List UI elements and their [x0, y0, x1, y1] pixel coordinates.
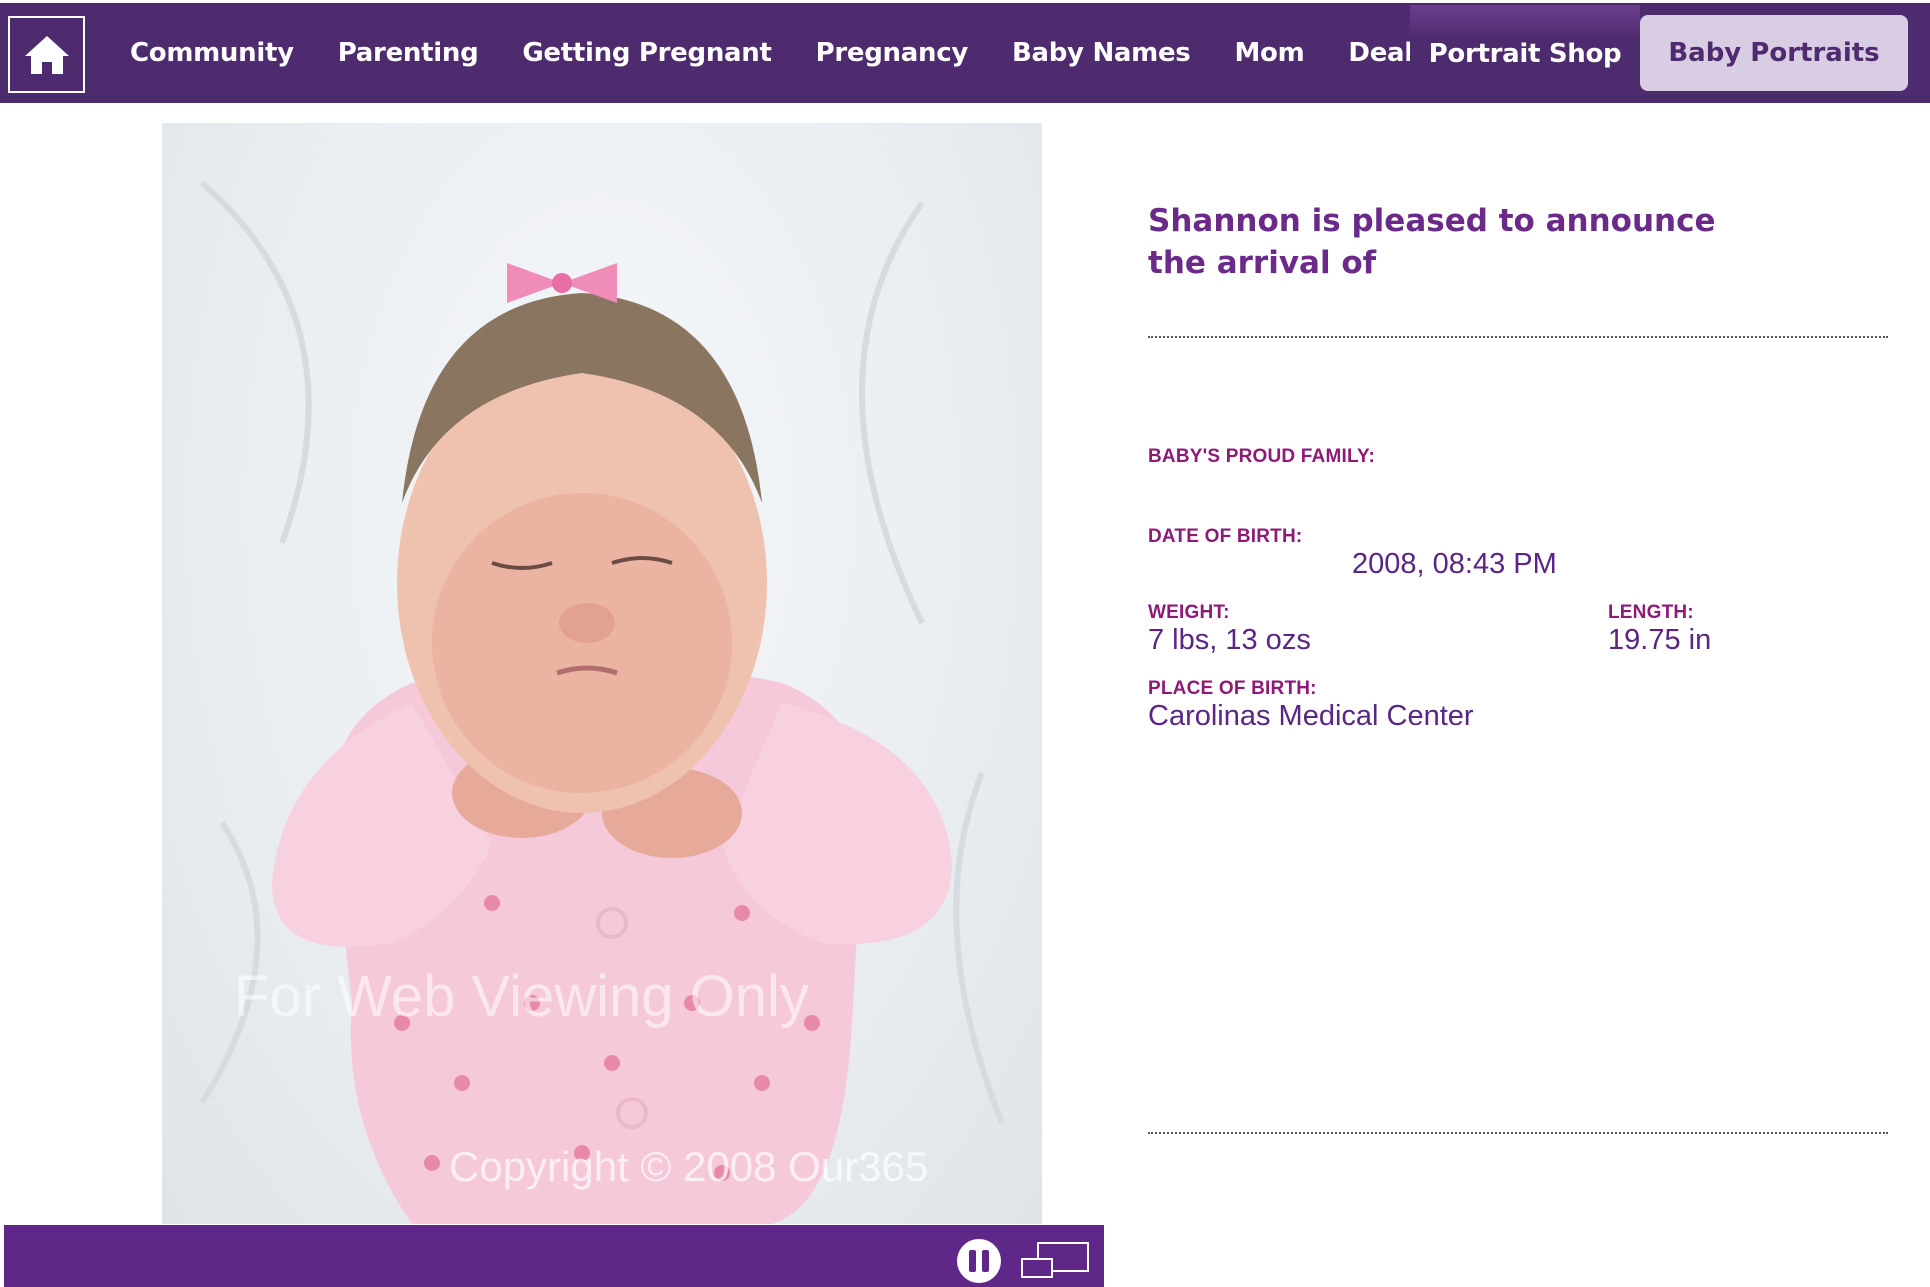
- top-divider: [1148, 336, 1888, 338]
- family-label: BABY'S PROUD FAMILY:: [1148, 446, 1376, 467]
- nav-menu: Community Parenting Getting Pregnant Pre…: [108, 3, 1450, 103]
- dob-value: 2008, 08:43 PM: [1352, 548, 1557, 580]
- top-navigation: Community Parenting Getting Pregnant Pre…: [0, 3, 1930, 103]
- pause-icon-bar: [982, 1250, 989, 1272]
- slideshow-controls: [4, 1225, 1104, 1287]
- nav-item-getting-pregnant[interactable]: Getting Pregnant: [500, 38, 793, 68]
- length-value: 19.75 in: [1608, 624, 1712, 656]
- home-icon: [24, 35, 69, 74]
- portrait-shop-label: Portrait Shop: [1428, 39, 1622, 69]
- nav-item-baby-names[interactable]: Baby Names: [990, 38, 1212, 68]
- nav-item-community[interactable]: Community: [108, 38, 316, 68]
- announcement-heading: Shannon is pleased to announce the arriv…: [1148, 200, 1748, 284]
- bottom-divider: [1148, 1132, 1888, 1134]
- nav-item-mom[interactable]: Mom: [1212, 38, 1326, 68]
- copyright-text: Copyright © 2008 Our365: [449, 1143, 929, 1190]
- place-value: Carolinas Medical Center: [1148, 700, 1474, 732]
- nav-item-baby-portraits[interactable]: Baby Portraits: [1640, 15, 1908, 91]
- weight-value: 7 lbs, 13 ozs: [1148, 624, 1311, 656]
- length-label: LENGTH:: [1608, 602, 1694, 623]
- nav-item-portrait-shop[interactable]: Portrait Shop: [1410, 5, 1640, 103]
- home-button[interactable]: [8, 16, 85, 93]
- pause-icon: [969, 1250, 976, 1272]
- watermark-text: For Web Viewing Only: [234, 964, 809, 1029]
- pause-button[interactable]: [957, 1239, 1001, 1283]
- place-label: PLACE OF BIRTH:: [1148, 678, 1317, 699]
- baby-photo: For Web Viewing Only Copyright © 2008 Ou…: [162, 123, 1042, 1224]
- nav-item-pregnancy[interactable]: Pregnancy: [794, 38, 990, 68]
- dob-label: DATE OF BIRTH:: [1148, 526, 1303, 547]
- weight-label: WEIGHT:: [1148, 602, 1230, 623]
- fullscreen-icon[interactable]: [1020, 1241, 1090, 1279]
- announcement-line2: the arrival of: [1148, 245, 1377, 281]
- announcement-line1: Shannon is pleased to announce: [1148, 203, 1716, 239]
- baby-photo-illustration: [199, 180, 1005, 1224]
- nav-item-parenting[interactable]: Parenting: [316, 38, 501, 68]
